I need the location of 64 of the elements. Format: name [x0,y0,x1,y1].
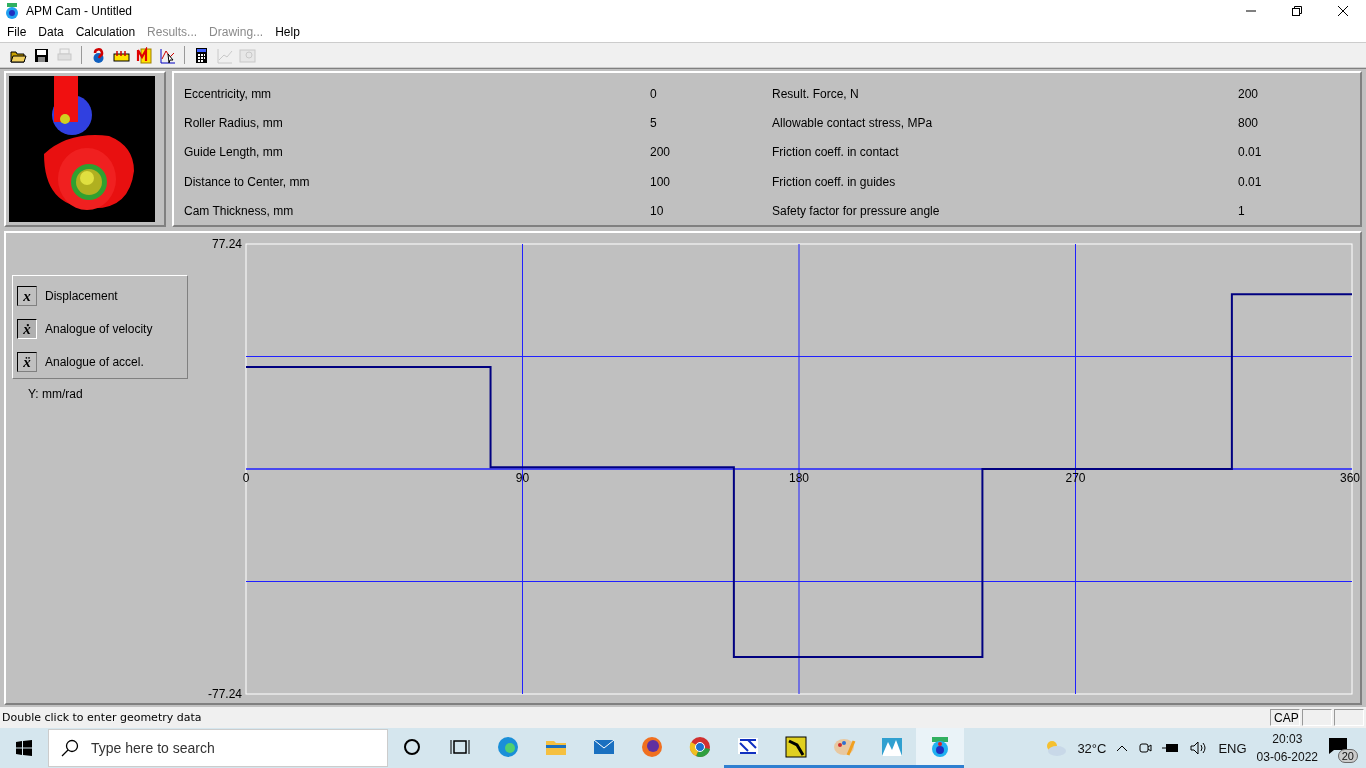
parameter-label: Friction coeff. in contact [772,145,900,160]
y-tick-label: -77.24 [207,687,242,699]
parameter-label: Cam Thickness, mm [184,204,295,219]
close-icon [1338,6,1348,16]
menu-item[interactable]: Data [33,25,71,39]
printer-icon [56,46,73,64]
letter-m-book-icon [136,46,153,64]
parameter-value: 0.01 [1238,174,1262,189]
parameter-label: Guide Length, mm [184,145,284,160]
taskbar-app[interactable] [916,728,964,768]
curve-toggle-button[interactable]: x [17,286,37,306]
parameter-value: 5 [650,116,657,131]
search-field[interactable]: Type here to search [48,729,388,767]
y-tick-label: 77.24 [211,237,242,251]
status-indicator: CAP [1270,709,1300,726]
picture-frame-icon [239,46,256,64]
parameter-label: Safety factor for pressure angle [772,204,941,219]
search-icon [61,739,79,757]
parameter-label: Result. Force, N [772,86,860,101]
status-message: Double click to enter geometry data [2,711,203,724]
parameter-value: 0 [650,86,657,101]
windows-start-icon[interactable] [16,740,32,756]
menu-item[interactable]: File [2,25,34,39]
speaker-icon[interactable] [1190,741,1209,755]
menu-item[interactable]: Help [270,25,307,39]
parameter-value: 200 [1238,86,1259,101]
x-tick-label: 0 [242,471,250,485]
parameter-value: 1 [1238,204,1245,219]
y-unit-label: Y: mm/rad [28,387,84,401]
parameter-value: 100 [650,174,671,189]
parameter-value: 800 [1238,116,1259,131]
parameter-value: 10 [650,204,664,219]
parameter-label: Roller Radius, mm [184,116,284,131]
x-tick-label: 360 [1339,471,1360,485]
app-icon [4,3,20,19]
window-title: APM Cam - Untitled [26,4,134,18]
line-chart-icon [216,46,233,64]
clock-date: 03-06-2022 [1256,749,1318,766]
camera-icon[interactable] [1138,741,1153,755]
parameter-value: 200 [650,145,671,160]
clock-time: 20:03 [1272,731,1303,748]
graph-cursor-icon [159,46,176,64]
parameter-label: Friction coeff. in guides [772,174,897,189]
curve-toggle-button[interactable]: ẍ [17,352,37,372]
legend-label: Displacement [45,289,118,303]
status-panel [1302,709,1332,726]
restore-icon [1292,6,1302,16]
temperature: 32°C [1077,740,1107,756]
x-tick-label: 180 [788,471,809,485]
parameter-value: 0.01 [1238,145,1262,160]
chevron-up-icon[interactable] [1116,744,1129,752]
parameter-label: Eccentricity, mm [184,86,273,101]
notification-count: 20 [1337,749,1358,763]
status-panel [1334,709,1364,726]
parameter-label: Allowable contact stress, MPa [772,116,934,131]
menu-item[interactable]: Calculation [70,25,143,39]
language-indicator[interactable]: ENG [1218,740,1247,756]
legend-label: Analogue of velocity [45,322,153,336]
chrome-browser-icon[interactable] [688,734,712,759]
battery-plug-icon[interactable] [1162,742,1181,754]
curve-toggle-button[interactable]: ẋ [17,319,37,339]
legend-label: Analogue of accel. [45,355,144,369]
calculator-icon [193,46,210,64]
parameter-label: Distance to Center, mm [184,174,311,189]
